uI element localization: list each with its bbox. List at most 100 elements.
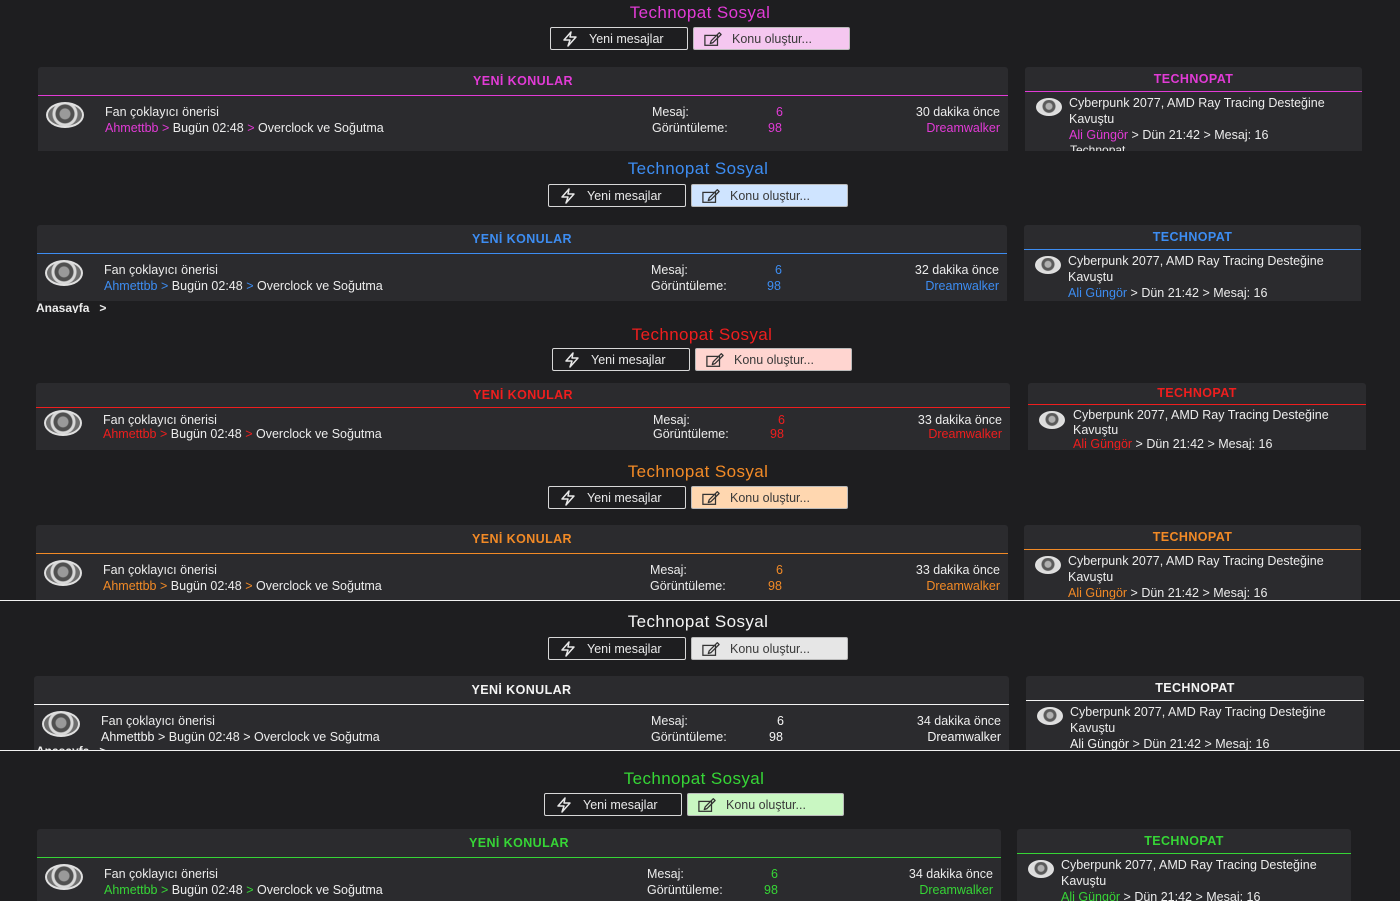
breadcrumb[interactable]: Anasayfa > — [36, 301, 106, 313]
sidebar-poster-link[interactable]: Ali Güngör — [1073, 437, 1132, 450]
sidebar-heading: TECHNOPAT — [1025, 67, 1362, 92]
topic-forum-link[interactable]: Overclock ve Soğutma — [256, 427, 382, 441]
sidebar-poster-link[interactable]: Ali Güngör — [1068, 286, 1127, 300]
avatar[interactable] — [42, 711, 80, 737]
last-post-time[interactable]: 32 dakika önce — [915, 263, 999, 277]
sidebar-thread-meta: Ali Güngör > Dün 21:42 > Mesaj: 16 — [1061, 889, 1321, 901]
last-poster-link[interactable]: Dreamwalker — [926, 579, 1000, 593]
breadcrumb-home[interactable]: Anasayfa — [36, 301, 89, 313]
views-count: 98 — [767, 279, 781, 293]
new-messages-button[interactable]: Yeni mesajlar — [550, 27, 688, 50]
last-poster-link[interactable]: Dreamwalker — [928, 427, 1002, 441]
sidebar-avatar[interactable] — [1035, 556, 1061, 574]
sidebar-poster-link[interactable]: Ali Güngör — [1070, 737, 1129, 751]
topic-row[interactable]: Fan çoklayıcı önerisi Ahmettbb > Bugün 0… — [34, 705, 1009, 751]
topic-title[interactable]: Fan çoklayıcı önerisi — [101, 714, 215, 728]
topic-title[interactable]: Fan çoklayıcı önerisi — [103, 413, 217, 427]
last-post-time[interactable]: 30 dakika önce — [916, 105, 1000, 119]
sidebar-avatar[interactable] — [1028, 860, 1054, 878]
sidebar-heading: TECHNOPAT — [1024, 525, 1361, 550]
sidebar-avatar[interactable] — [1039, 411, 1065, 429]
site-title[interactable]: Technopat Sosyal — [0, 769, 1394, 789]
topic-row[interactable]: Fan çoklayıcı önerisi Ahmettbb > Bugün 0… — [36, 554, 1008, 600]
topic-row[interactable]: Fan çoklayıcı önerisi Ahmettbb > Bugün 0… — [38, 96, 1008, 151]
topic-author-link[interactable]: Ahmettbb — [101, 730, 155, 744]
last-post-time[interactable]: 33 dakika önce — [918, 413, 1002, 427]
topic-date: Bugün 02:48 — [170, 579, 242, 593]
sidebar-avatar[interactable] — [1035, 256, 1061, 274]
create-topic-button[interactable]: Konu oluştur... — [691, 486, 848, 509]
create-topic-button[interactable]: Konu oluştur... — [693, 27, 850, 50]
site-title[interactable]: Technopat Sosyal — [0, 3, 1400, 23]
last-poster-link[interactable]: Dreamwalker — [926, 121, 1000, 135]
new-messages-button[interactable]: Yeni mesajlar — [548, 184, 686, 207]
topic-author-link[interactable]: Ahmettbb — [103, 427, 157, 441]
sidebar-thread[interactable]: Cyberpunk 2077, AMD Ray Tracing Desteğin… — [1026, 701, 1364, 751]
sidebar-poster-link[interactable]: Ali Güngör — [1069, 128, 1128, 142]
last-poster-link[interactable]: Dreamwalker — [927, 730, 1001, 744]
create-topic-button[interactable]: Konu oluştur... — [691, 637, 848, 660]
create-topic-button[interactable]: Konu oluştur... — [691, 184, 848, 207]
topic-title[interactable]: Fan çoklayıcı önerisi — [104, 867, 218, 881]
sidebar-avatar[interactable] — [1037, 707, 1063, 725]
messages-count: 6 — [776, 563, 783, 577]
topic-title[interactable]: Fan çoklayıcı önerisi — [105, 105, 219, 119]
create-topic-label: Konu oluştur... — [732, 31, 812, 46]
topic-author-link[interactable]: Ahmettbb — [104, 279, 158, 293]
new-messages-button[interactable]: Yeni mesajlar — [544, 793, 682, 816]
last-post-time[interactable]: 34 dakika önce — [909, 867, 993, 881]
create-topic-button[interactable]: Konu oluştur... — [687, 793, 844, 816]
topic-forum-link[interactable]: Overclock ve Soğutma — [254, 730, 380, 744]
avatar[interactable] — [44, 560, 82, 586]
topic-title[interactable]: Fan çoklayıcı önerisi — [104, 263, 218, 277]
sidebar-avatar[interactable] — [1036, 98, 1062, 116]
topic-forum-link[interactable]: Overclock ve Soğutma — [257, 279, 383, 293]
topic-author-link[interactable]: Ahmettbb — [105, 121, 159, 135]
topic-row[interactable]: Fan çoklayıcı önerisi Ahmettbb > Bugün 0… — [37, 858, 1001, 901]
sidebar-thread-title[interactable]: Cyberpunk 2077, AMD Ray Tracing Desteğin… — [1073, 408, 1333, 437]
avatar[interactable] — [46, 102, 84, 128]
new-messages-label: Yeni mesajlar — [589, 31, 664, 46]
views-count: 98 — [764, 883, 778, 897]
sidebar-thread-title[interactable]: Cyberpunk 2077, AMD Ray Tracing Desteğin… — [1061, 857, 1321, 889]
topic-forum-link[interactable]: Overclock ve Soğutma — [256, 579, 382, 593]
topic-forum-link[interactable]: Overclock ve Soğutma — [257, 883, 383, 897]
site-title[interactable]: Technopat Sosyal — [0, 462, 1398, 482]
site-title[interactable]: Technopat Sosyal — [0, 612, 1398, 632]
site-title[interactable]: Technopat Sosyal — [2, 325, 1400, 345]
sidebar-thread[interactable]: Cyberpunk 2077, AMD Ray Tracing Desteğin… — [1028, 405, 1366, 450]
sidebar-thread[interactable]: Cyberpunk 2077, AMD Ray Tracing Desteğin… — [1017, 854, 1351, 901]
last-poster-link[interactable]: Dreamwalker — [919, 883, 993, 897]
last-post-time[interactable]: 33 dakika önce — [916, 563, 1000, 577]
topic-author-link[interactable]: Ahmettbb — [104, 883, 158, 897]
topic-author-link[interactable]: Ahmettbb — [103, 579, 157, 593]
site-title[interactable]: Technopat Sosyal — [0, 159, 1398, 179]
create-topic-button[interactable]: Konu oluştur... — [695, 348, 852, 371]
topic-row[interactable]: Fan çoklayıcı önerisi Ahmettbb > Bugün 0… — [36, 404, 1010, 450]
avatar[interactable] — [44, 410, 82, 436]
lightning-icon — [561, 489, 575, 506]
last-post-time[interactable]: 34 dakika önce — [917, 714, 1001, 728]
new-messages-button[interactable]: Yeni mesajlar — [548, 486, 686, 509]
topic-title[interactable]: Fan çoklayıcı önerisi — [103, 563, 217, 577]
avatar[interactable] — [45, 260, 83, 286]
topic-row[interactable]: Fan çoklayıcı önerisi Ahmettbb > Bugün 0… — [37, 254, 1007, 301]
sidebar-thread-title[interactable]: Cyberpunk 2077, AMD Ray Tracing Desteğin… — [1069, 95, 1329, 127]
sidebar-thread-title[interactable]: Cyberpunk 2077, AMD Ray Tracing Desteğin… — [1068, 253, 1328, 285]
last-poster-link[interactable]: Dreamwalker — [925, 279, 999, 293]
sidebar-thread-title[interactable]: Cyberpunk 2077, AMD Ray Tracing Desteğin… — [1070, 704, 1330, 736]
sidebar-poster-link[interactable]: Ali Güngör — [1061, 890, 1120, 901]
technopat-sidebar-panel: TECHNOPAT Cyberpunk 2077, AMD Ray Tracin… — [1026, 676, 1364, 751]
sidebar-thread[interactable]: Cyberpunk 2077, AMD Ray Tracing Desteğin… — [1024, 250, 1361, 301]
button-row: Yeni mesajlar Konu oluştur... — [0, 184, 1398, 207]
topic-forum-link[interactable]: Overclock ve Soğutma — [258, 121, 384, 135]
theme-strip-white: Technopat Sosyal Yeni mesajlar Konu oluş… — [0, 600, 1400, 751]
avatar[interactable] — [45, 864, 83, 890]
views-label: Görüntüleme: — [651, 730, 727, 744]
sidebar-thread-title[interactable]: Cyberpunk 2077, AMD Ray Tracing Desteğin… — [1068, 553, 1328, 585]
sidebar-thread[interactable]: Cyberpunk 2077, AMD Ray Tracing Desteğin… — [1024, 550, 1361, 600]
new-topics-heading: YENİ KONULAR — [34, 676, 1009, 705]
new-messages-button[interactable]: Yeni mesajlar — [552, 348, 690, 371]
sidebar-poster-link[interactable]: Ali Güngör — [1068, 586, 1127, 600]
new-messages-button[interactable]: Yeni mesajlar — [548, 637, 686, 660]
